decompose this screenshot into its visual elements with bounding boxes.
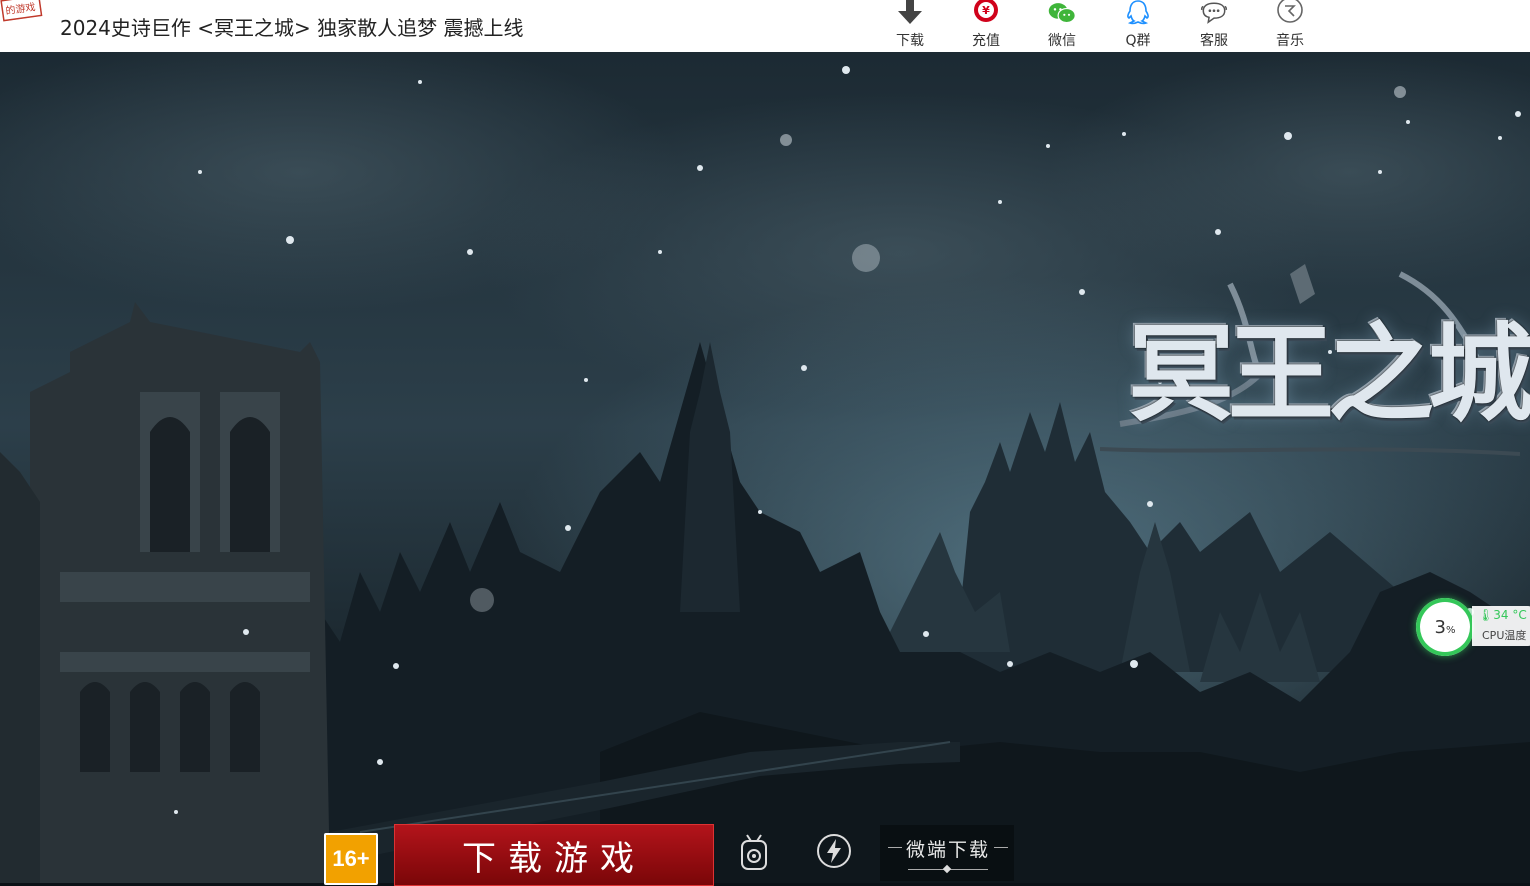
nav-service[interactable]: 客服	[1176, 0, 1252, 52]
page-headline: 2024史诗巨作 <冥王之城> 独家散人追梦 震撼上线	[60, 16, 524, 40]
gift-bag-icon	[741, 834, 767, 870]
nav-wechat-label: 微信	[1048, 33, 1076, 49]
cpu-monitor-widget[interactable]: 3% 🌡34 °C CPU温度	[1414, 598, 1530, 660]
lightning-icon	[817, 834, 851, 868]
nav-qq-group[interactable]: Q群	[1100, 0, 1176, 52]
chat-bubble-icon	[1200, 0, 1228, 28]
thermometer-icon: 🌡	[1478, 608, 1494, 622]
nav-recharge[interactable]: ¥ 充值	[948, 0, 1024, 52]
nav-service-label: 客服	[1200, 33, 1228, 49]
cpu-info-panel: 🌡34 °C CPU温度	[1472, 606, 1530, 646]
micro-download-label: 微端下载	[906, 839, 991, 861]
cpu-usage-value: 3%	[1434, 616, 1456, 638]
divider-line	[888, 847, 902, 848]
micro-client-download-button[interactable]: 微端下载	[880, 825, 1014, 881]
game-stamp-logo: 的游戏	[0, 0, 43, 22]
qq-penguin-icon	[1124, 0, 1152, 28]
nav-download[interactable]: 下载	[872, 0, 948, 52]
cpu-usage-ring: 3%	[1416, 598, 1474, 656]
cpu-temperature-label: CPU温度	[1482, 629, 1527, 642]
diamond-ornament	[942, 864, 952, 874]
nav-qq-label: Q群	[1125, 33, 1151, 49]
hero-banner: 冥王之城	[0, 52, 1530, 883]
age-rating-badge: 16+	[324, 833, 378, 885]
bottom-download-bar: 16+ 下载游戏 微端下载	[320, 823, 1020, 886]
game-logo-title: 冥王之城	[1128, 311, 1530, 436]
divider-line	[994, 847, 1008, 848]
yen-coin-icon: ¥	[972, 0, 1000, 28]
top-bar: 的游戏 2024史诗巨作 <冥王之城> 独家散人追梦 震撼上线 下载 ¥ 充值 …	[0, 0, 1530, 53]
boost-button[interactable]	[814, 831, 854, 871]
nav-recharge-label: 充值	[972, 33, 1000, 49]
svg-text:的游戏: 的游戏	[5, 0, 37, 17]
download-arrow-icon	[896, 0, 924, 28]
gothic-city-background	[0, 52, 1530, 883]
nav-wechat[interactable]: 微信	[1024, 0, 1100, 52]
download-game-label: 下载游戏	[462, 838, 646, 879]
nav-download-label: 下载	[896, 33, 924, 49]
nav-music-label: 音乐	[1276, 33, 1304, 49]
wechat-icon	[1048, 0, 1076, 28]
svg-text:¥: ¥	[982, 4, 990, 17]
gift-bag-button[interactable]	[734, 831, 774, 871]
music-icon	[1276, 0, 1304, 28]
nav-music[interactable]: 音乐	[1252, 0, 1328, 52]
download-game-button[interactable]: 下载游戏	[394, 824, 714, 886]
cpu-temperature: 🌡34 °C	[1478, 608, 1527, 622]
age-rating-text: 16+	[332, 846, 370, 871]
top-nav: 下载 ¥ 充值 微信 Q群 客服 音乐	[872, 0, 1328, 52]
